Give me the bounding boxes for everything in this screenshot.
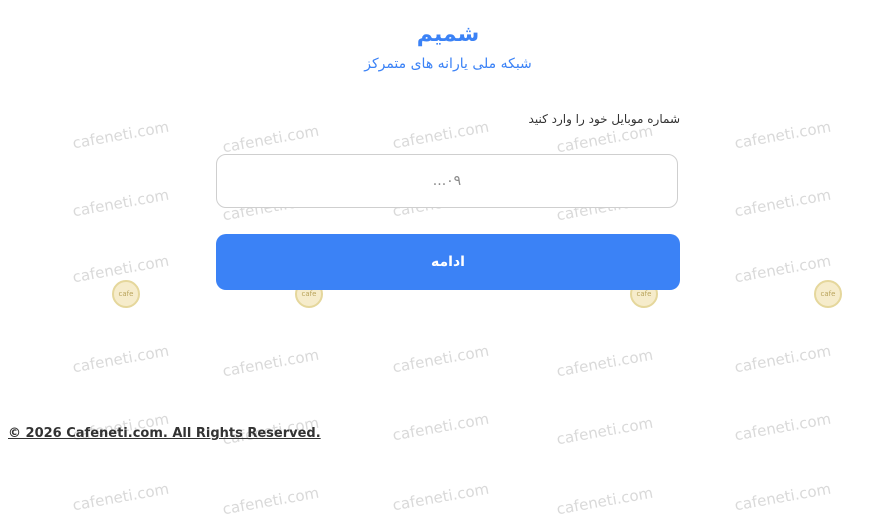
brand-subtitle: شبکه ملی یارانه های متمرکز: [364, 56, 532, 72]
brand-title: شمیم: [416, 22, 480, 47]
footer-copyright: © 2026 Cafeneti.com. All Rights Reserved…: [8, 426, 321, 441]
phone-input[interactable]: [216, 154, 678, 208]
continue-button[interactable]: ادامه: [216, 234, 680, 290]
phone-label: شماره موبایل خود را وارد کنید: [528, 112, 680, 126]
